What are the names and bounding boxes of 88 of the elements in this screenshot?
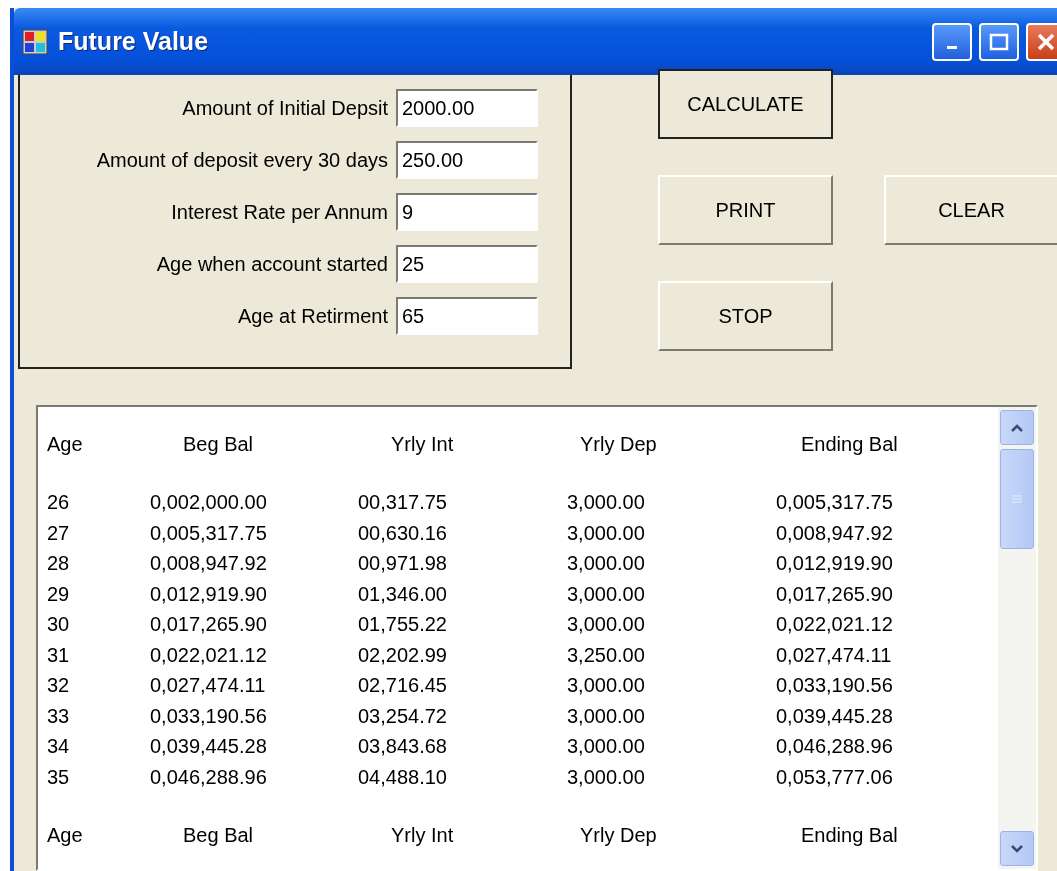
column-header: Yrly Dep — [579, 432, 658, 456]
field-label: Amount of Initial Depsit — [181, 96, 389, 120]
table-cell-text: 0,022,021.12 — [150, 643, 268, 667]
table-cell-text: 0,046,288.96 — [776, 735, 894, 759]
window-title: Future Value — [58, 27, 209, 56]
column-header: Beg Bal — [182, 824, 255, 848]
results-list[interactable] — [36, 405, 1038, 871]
table-cell-text: 04,488.10 — [358, 765, 448, 789]
table-cell-text: 0,039,445.28 — [150, 735, 268, 759]
column-header: Yrly Int — [390, 824, 455, 848]
table-cell-text: 27 — [47, 521, 71, 545]
table-cell-text: 34 — [47, 735, 71, 759]
minimize-button[interactable] — [932, 22, 972, 61]
table-cell-text: 0,008,947.92 — [776, 521, 894, 545]
column-header: Yrly Dep — [579, 824, 658, 848]
input-field[interactable]: 25 — [396, 245, 538, 283]
minimize-icon — [947, 46, 957, 49]
table-cell-text: 30 — [47, 613, 71, 637]
column-header: Beg Bal — [182, 432, 255, 456]
command-button[interactable]: PRINT — [658, 175, 833, 245]
table-cell-text: 29 — [47, 582, 71, 606]
command-button[interactable]: CLEAR — [884, 175, 1057, 245]
field-label: Age at Retirment — [236, 304, 389, 328]
input-field[interactable]: 9 — [396, 193, 538, 231]
table-cell-text: 3,000.00 — [567, 582, 646, 606]
table-cell-text: 3,000.00 — [567, 674, 646, 698]
table-cell-text: 3,000.00 — [567, 613, 646, 637]
column-header: Ending Bal — [800, 432, 899, 456]
table-cell-text: 0,033,190.56 — [776, 674, 894, 698]
table-cell-text: 0,005,317.75 — [150, 521, 268, 545]
table-cell-text: 0,008,947.92 — [150, 552, 268, 576]
table-cell-text: 28 — [47, 552, 71, 576]
table-cell-text: 00,630.16 — [358, 521, 448, 545]
table-cell-text: 01,346.00 — [358, 582, 448, 606]
table-cell-text: 3,000.00 — [567, 521, 646, 545]
column-header: Yrly Int — [390, 432, 455, 456]
close-icon — [1036, 31, 1056, 52]
table-cell-text: 31 — [47, 643, 71, 667]
column-header: Age — [47, 824, 84, 848]
table-cell-text: 3,000.00 — [567, 704, 646, 728]
command-button[interactable]: STOP — [658, 281, 833, 351]
maximize-icon — [989, 32, 1009, 51]
table-cell-text: 0,039,445.28 — [776, 704, 894, 728]
scrollbar[interactable] — [998, 407, 1036, 869]
table-cell-text: 0,022,021.12 — [776, 613, 894, 637]
field-label: Age when account started — [155, 252, 389, 276]
scroll-up-button[interactable] — [1000, 410, 1034, 445]
table-cell-text: 02,202.99 — [358, 643, 448, 667]
table-cell-text: 0,002,000.00 — [150, 491, 268, 515]
table-cell-text: 3,000.00 — [567, 735, 646, 759]
table-cell-text: 26 — [47, 491, 71, 515]
scroll-thumb[interactable] — [1000, 449, 1034, 549]
table-cell-text: 0,046,288.96 — [150, 765, 268, 789]
column-header: Age — [47, 432, 84, 456]
grip-icon — [1011, 494, 1023, 504]
table-cell-text: 0,017,265.90 — [150, 613, 268, 637]
table-cell-text: 35 — [47, 765, 71, 789]
maximize-button[interactable] — [979, 22, 1019, 61]
scroll-down-button[interactable] — [1000, 831, 1034, 866]
table-cell-text: 3,000.00 — [567, 491, 646, 515]
input-field[interactable]: 2000.00 — [396, 89, 538, 127]
table-cell-text: 0,017,265.90 — [776, 582, 894, 606]
table-cell-text: 3,000.00 — [567, 552, 646, 576]
field-label: Amount of deposit every 30 days — [95, 148, 389, 172]
table-cell-text: 0,027,474.11 — [150, 674, 267, 698]
table-cell-text: 0,012,919.90 — [150, 582, 268, 606]
table-cell-text: 03,254.72 — [358, 704, 448, 728]
table-cell-text: 3,000.00 — [567, 765, 646, 789]
app-icon — [22, 28, 48, 55]
table-cell-text: 3,250.00 — [567, 643, 646, 667]
command-button[interactable]: CALCULATE — [658, 69, 833, 139]
table-cell-text: 02,716.45 — [358, 674, 448, 698]
close-button[interactable] — [1026, 22, 1057, 61]
table-cell-text: 00,971.98 — [358, 552, 448, 576]
input-field[interactable]: 250.00 — [396, 141, 538, 179]
table-cell-text: 0,053,777.06 — [776, 765, 894, 789]
column-header: Ending Bal — [800, 824, 899, 848]
table-cell-text: 32 — [47, 674, 71, 698]
table-cell-text: 33 — [47, 704, 71, 728]
field-label: Interest Rate per Annum — [170, 200, 389, 224]
table-cell-text: 0,012,919.90 — [776, 552, 894, 576]
table-cell-text: 0,005,317.75 — [776, 491, 894, 515]
table-cell-text: 00,317.75 — [358, 491, 448, 515]
table-cell-text: 03,843.68 — [358, 735, 448, 759]
input-field[interactable]: 65 — [396, 297, 538, 335]
table-cell-text: 0,027,474.11 — [776, 643, 893, 667]
table-cell-text: 01,755.22 — [358, 613, 448, 637]
table-cell-text: 0,033,190.56 — [150, 704, 268, 728]
